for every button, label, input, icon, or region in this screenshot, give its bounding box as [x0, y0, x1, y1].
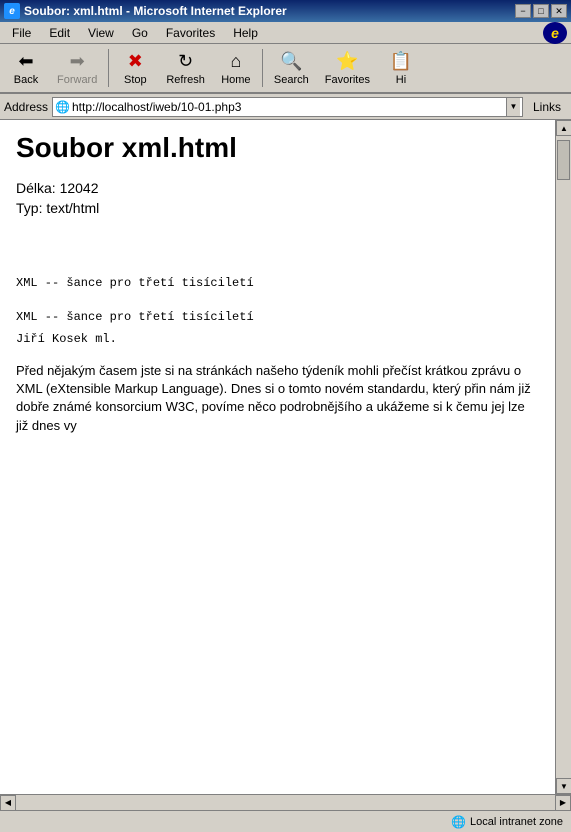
page-meta-typ: Typ: text/html: [16, 200, 539, 216]
search-icon: 🔍: [279, 50, 303, 72]
favorites-icon: ⭐: [335, 50, 359, 72]
ie-title-icon: e: [4, 3, 20, 19]
address-input[interactable]: [72, 100, 504, 114]
address-bar: Address 🌐 ▼ Links: [0, 94, 571, 120]
page-meta-delka: Délka: 12042: [16, 180, 539, 196]
history-icon: 📋: [389, 50, 413, 72]
toolbar-separator-1: [108, 49, 109, 87]
hscroll-left-button[interactable]: ◀: [0, 795, 16, 811]
menu-help[interactable]: Help: [225, 24, 266, 42]
home-icon: ⌂: [224, 50, 248, 72]
favorites-button[interactable]: ⭐ Favorites: [318, 46, 377, 90]
links-button[interactable]: Links: [527, 98, 567, 116]
address-dropdown[interactable]: ▼: [506, 98, 520, 116]
close-button[interactable]: ✕: [551, 4, 567, 18]
forward-label: Forward: [57, 74, 97, 86]
home-button[interactable]: ⌂ Home: [214, 46, 258, 90]
refresh-label: Refresh: [166, 74, 205, 86]
menu-file[interactable]: File: [4, 24, 39, 42]
title-bar: e Soubor: xml.html - Microsoft Internet …: [0, 0, 571, 22]
page-pretext2: XML -- šance pro třetí tisíciletí: [16, 310, 539, 324]
toolbar: ⬅ Back ➡ Forward ✖ Stop ↻ Refresh ⌂ Home…: [0, 44, 571, 94]
address-input-wrapper[interactable]: 🌐 ▼: [52, 97, 523, 117]
back-button[interactable]: ⬅ Back: [4, 46, 48, 90]
title-bar-buttons[interactable]: − □ ✕: [515, 4, 567, 18]
page-body-text: Před nějakým časem jste si na stránkách …: [16, 362, 539, 435]
status-bar: 🌐 Local intranet zone: [0, 810, 571, 832]
horizontal-scrollbar[interactable]: ◀ ▶: [0, 794, 571, 810]
menu-favorites[interactable]: Favorites: [158, 24, 223, 42]
history-button[interactable]: 📋 Hi: [379, 46, 423, 90]
ie-logo: e: [543, 22, 567, 44]
page-author: Jiří Kosek ml.: [16, 332, 539, 346]
favorites-label: Favorites: [325, 74, 370, 86]
zone-icon: 🌐: [451, 815, 466, 829]
maximize-button[interactable]: □: [533, 4, 549, 18]
status-zone: 🌐 Local intranet zone: [443, 815, 571, 829]
window-title: Soubor: xml.html - Microsoft Internet Ex…: [24, 4, 287, 18]
stop-label: Stop: [124, 74, 147, 86]
vertical-scrollbar[interactable]: ▲ ▼: [555, 120, 571, 794]
forward-button[interactable]: ➡ Forward: [50, 46, 104, 90]
scroll-thumb[interactable]: [557, 140, 570, 180]
refresh-button[interactable]: ↻ Refresh: [159, 46, 212, 90]
hscroll-track[interactable]: [16, 796, 555, 810]
refresh-icon: ↻: [174, 50, 198, 72]
scroll-down-button[interactable]: ▼: [556, 778, 571, 794]
menu-go[interactable]: Go: [124, 24, 156, 42]
title-bar-left: e Soubor: xml.html - Microsoft Internet …: [4, 3, 287, 19]
scroll-track[interactable]: [556, 136, 571, 778]
forward-icon: ➡: [65, 50, 89, 72]
home-label: Home: [221, 74, 250, 86]
back-label: Back: [14, 74, 38, 86]
page-icon: 🌐: [55, 100, 70, 114]
stop-icon: ✖: [123, 50, 147, 72]
toolbar-separator-2: [262, 49, 263, 87]
search-label: Search: [274, 74, 309, 86]
menu-bar: File Edit View Go Favorites Help e: [0, 22, 571, 44]
menu-edit[interactable]: Edit: [41, 24, 78, 42]
minimize-button[interactable]: −: [515, 4, 531, 18]
address-label: Address: [4, 100, 48, 114]
content-area: Soubor xml.html Délka: 12042 Typ: text/h…: [0, 120, 571, 794]
page-pretext1: XML -- šance pro třetí tisíciletí: [16, 276, 539, 290]
page-heading: Soubor xml.html: [16, 132, 539, 164]
history-label: Hi: [396, 74, 406, 86]
search-button[interactable]: 🔍 Search: [267, 46, 316, 90]
back-icon: ⬅: [14, 50, 38, 72]
scroll-up-button[interactable]: ▲: [556, 120, 571, 136]
hscroll-right-button[interactable]: ▶: [555, 795, 571, 811]
menu-view[interactable]: View: [80, 24, 122, 42]
stop-button[interactable]: ✖ Stop: [113, 46, 157, 90]
zone-label: Local intranet zone: [470, 816, 563, 828]
page-content[interactable]: Soubor xml.html Délka: 12042 Typ: text/h…: [0, 120, 555, 794]
